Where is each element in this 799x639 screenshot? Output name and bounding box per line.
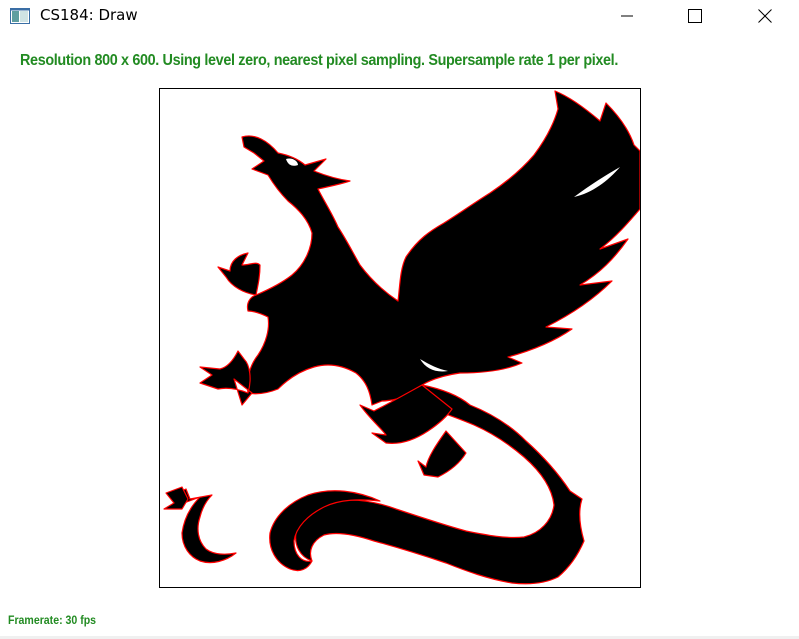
dragon-claw-upper xyxy=(217,252,261,296)
maximize-button[interactable] xyxy=(672,0,718,32)
app-window: CS184: Draw Resolution 800 x 600. Using … xyxy=(0,0,799,639)
minimize-button[interactable] xyxy=(604,0,650,32)
title-bar[interactable]: CS184: Draw xyxy=(0,0,799,32)
window-title: CS184: Draw xyxy=(40,6,138,24)
maximize-icon xyxy=(688,9,702,23)
render-canvas[interactable] xyxy=(159,88,641,588)
dragon-claw-middle xyxy=(199,350,253,406)
app-window-icon xyxy=(10,8,30,24)
close-icon xyxy=(758,9,772,23)
minimize-icon xyxy=(621,15,633,17)
close-button[interactable] xyxy=(742,0,788,32)
status-message: Resolution 800 x 600. Using level zero, … xyxy=(20,52,618,69)
dragon-silhouette xyxy=(163,90,640,585)
framerate-label: Framerate: 30 fps xyxy=(8,613,97,627)
